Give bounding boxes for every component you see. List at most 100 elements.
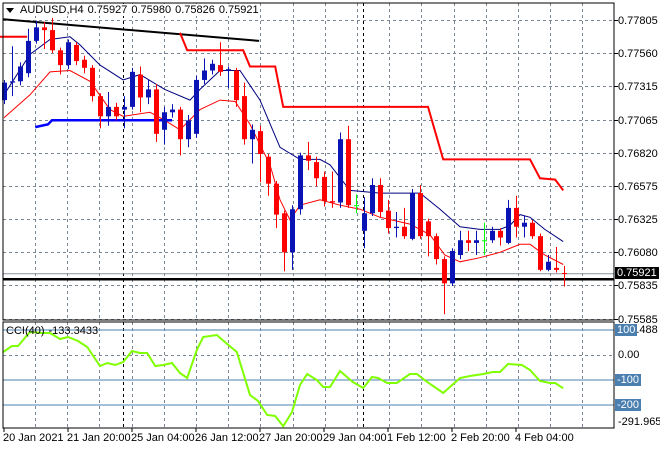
candles (2, 17, 567, 315)
candle (242, 82, 247, 145)
ohlc-close: 0.75921 (218, 4, 259, 16)
cci-line (2, 330, 564, 429)
cci-level-minus100: -100 (615, 374, 642, 386)
candle (330, 171, 335, 208)
candle-body (370, 185, 375, 214)
cci-name: CCI(40) (6, 325, 45, 337)
candle (154, 83, 159, 142)
candle-body (458, 240, 463, 256)
candle (266, 154, 271, 196)
candle-body (354, 205, 359, 207)
candle-body (210, 63, 215, 71)
trendline (3, 18, 260, 42)
candle-body (538, 236, 543, 270)
candle-body (218, 65, 223, 72)
candle (362, 197, 367, 249)
candle (194, 75, 199, 138)
time-label: 1 Feb 12:00 (387, 432, 446, 444)
candle-body (554, 267, 559, 270)
candle-body (58, 50, 63, 66)
cci-zero-label: 0.00 (618, 349, 640, 361)
candle (162, 106, 167, 145)
candle-body (314, 162, 319, 179)
cci-label: CCI(40) -133.3433 (6, 325, 98, 337)
chart-canvas[interactable] (0, 0, 660, 450)
candle-body (362, 213, 367, 231)
candle (530, 220, 535, 239)
candle-body (98, 96, 103, 117)
ohlc-low: 0.75826 (175, 4, 215, 16)
current-price-box: 0.75921 (615, 267, 659, 279)
candle-body (90, 67, 95, 97)
price-label: 0.76325 (618, 213, 658, 226)
candle-body (178, 109, 183, 140)
candle (250, 124, 255, 164)
candle (450, 248, 455, 287)
candle-body (242, 96, 247, 140)
candle-body (402, 226, 407, 237)
indicators (0, 18, 614, 281)
candle (298, 152, 303, 215)
candle-body (418, 193, 423, 237)
candle (386, 199, 391, 234)
candle (370, 178, 375, 216)
candle-body (74, 44, 79, 62)
candle (410, 189, 415, 241)
candle (210, 59, 215, 75)
candle (394, 211, 399, 238)
candle (506, 199, 511, 245)
candle-body (26, 40, 31, 74)
candle-body (138, 74, 143, 98)
cci-value: -133.3433 (48, 325, 99, 337)
candle-body (562, 272, 567, 274)
candle (58, 47, 63, 75)
candle (338, 132, 343, 208)
candle-body (226, 69, 231, 71)
lower-stop-line (34, 119, 172, 129)
candle-body (530, 222, 535, 237)
candle-body (482, 240, 487, 242)
candle (82, 55, 87, 74)
candle-body (18, 66, 23, 82)
price-label: 0.77065 (618, 114, 658, 127)
time-label: 2 Feb 20:00 (451, 432, 510, 444)
price-label: 0.77560 (618, 47, 658, 60)
candle (354, 194, 359, 214)
time-label: 21 Jan 20:00 (67, 432, 131, 444)
time-label: 25 Jan 04:00 (131, 432, 195, 444)
cci-indicator (2, 329, 614, 429)
candle (130, 67, 135, 110)
symbol-timeframe: AUDUSD,H4 (20, 4, 84, 16)
candle (466, 230, 471, 251)
candle-body (106, 106, 111, 117)
candle-body (122, 106, 127, 110)
candle-body (146, 89, 151, 98)
price-label: 0.76575 (618, 180, 658, 193)
price-label: 0.76080 (618, 246, 658, 259)
candle-body (330, 201, 335, 203)
candle-body (154, 89, 159, 134)
candle-body (282, 213, 287, 253)
candle-body (298, 155, 303, 210)
candle-body (338, 139, 343, 203)
candle (434, 233, 439, 265)
candle-body (34, 27, 39, 41)
dropdown-triangle-icon[interactable] (6, 7, 14, 13)
price-label: 0.75835 (618, 279, 658, 292)
candle (66, 39, 71, 70)
price-label: 0.77315 (618, 80, 658, 93)
candle (114, 102, 119, 121)
chart-header: AUDUSD,H4 0.75927 0.75980 0.75826 0.7592… (6, 4, 259, 16)
candle-body (266, 156, 271, 184)
candle-body (250, 129, 255, 140)
candle (458, 230, 463, 260)
candle (226, 66, 231, 89)
candle (258, 125, 263, 183)
price-label: 0.76820 (618, 147, 658, 160)
candle-body (274, 183, 279, 215)
candle-body (82, 59, 87, 68)
slow-moving-average (3, 36, 564, 243)
candle (282, 210, 287, 272)
time-label: 26 Jan 12:00 (195, 432, 259, 444)
candle-body (170, 109, 175, 113)
